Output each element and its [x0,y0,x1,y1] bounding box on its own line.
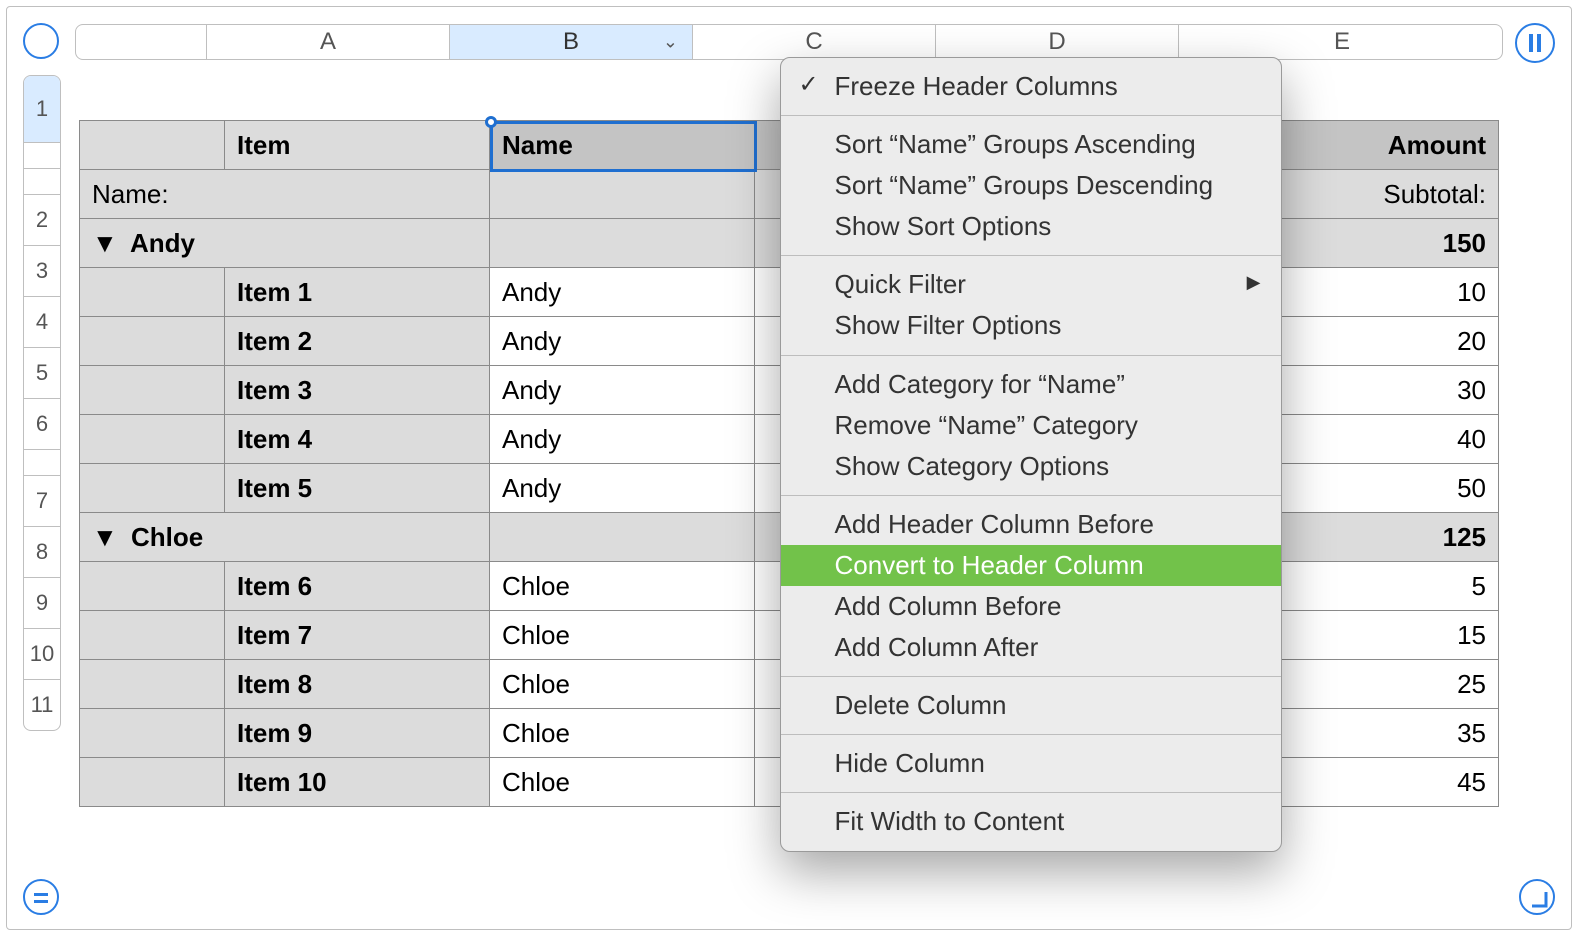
row-header-10[interactable]: 10 [24,629,60,680]
row-header-blank[interactable] [24,450,60,476]
header-name[interactable]: Name [490,121,755,170]
cell-name[interactable]: Andy [490,366,755,415]
cell-item[interactable]: Item 10 [225,758,490,807]
group-toggle[interactable]: ▼ Andy [80,219,490,268]
row-header-8[interactable]: 8 [24,527,60,578]
menu-item[interactable]: Sort “Name” Groups Ascending [781,124,1281,165]
cell-item[interactable]: Item 8 [225,660,490,709]
cell-name[interactable]: Andy [490,415,755,464]
column-header-label: C [805,28,822,56]
column-header-label: B [563,28,579,56]
header-stub[interactable] [80,121,225,170]
menu-item[interactable]: Hide Column [781,743,1281,784]
cell-item[interactable]: Item 5 [225,464,490,513]
menu-item[interactable]: Fit Width to Content [781,801,1281,842]
menu-separator [781,734,1281,735]
menu-item[interactable]: Add Header Column Before [781,504,1281,545]
row-stub[interactable] [80,415,225,464]
cell-item[interactable]: Item 1 [225,268,490,317]
row-strip: 1 23456 7891011 [23,75,61,731]
cell-name[interactable]: Andy [490,317,755,366]
row-header-1[interactable]: 1 [24,76,60,143]
row-header-6[interactable]: 6 [24,399,60,450]
row-stub[interactable] [80,268,225,317]
cell-item[interactable]: Item 3 [225,366,490,415]
add-column-handle[interactable] [1515,23,1555,63]
row-stub[interactable] [80,366,225,415]
cell-name[interactable]: Chloe [490,660,755,709]
cell-item[interactable]: Item 7 [225,611,490,660]
cell-name[interactable]: Chloe [490,611,755,660]
row-stub[interactable] [80,758,225,807]
selection-handle[interactable] [485,116,497,128]
menu-item[interactable]: Freeze Header Columns [781,66,1281,107]
cell-name[interactable]: Chloe [490,758,755,807]
menu-separator [781,792,1281,793]
group-toggle[interactable]: ▼ Chloe [80,513,490,562]
spreadsheet-frame: AB⌄CDE 1234567891011 B ItemNameAmountNam… [6,6,1572,930]
cell-item[interactable]: Item 9 [225,709,490,758]
menu-item[interactable]: Quick Filter [781,264,1281,305]
add-row-handle[interactable] [23,879,59,915]
row-stub[interactable] [80,464,225,513]
menu-item[interactable]: Add Column Before [781,586,1281,627]
column-strip: AB⌄CDE [75,24,1503,60]
column-header-B[interactable]: B⌄ [450,25,693,59]
row-header-11[interactable]: 11 [24,680,60,730]
cell-item[interactable]: Item 2 [225,317,490,366]
menu-separator [781,495,1281,496]
column-header-label: A [320,28,336,56]
menu-separator [781,115,1281,116]
menu-separator [781,255,1281,256]
menu-separator [781,676,1281,677]
row-stub[interactable] [80,562,225,611]
cell-item[interactable]: Item 4 [225,415,490,464]
row-header-blank[interactable] [24,143,60,169]
column-header-label: E [1334,28,1350,56]
row-stub[interactable] [80,709,225,758]
column-header-A[interactable]: A [207,25,450,59]
row-header-7[interactable]: 7 [24,476,60,527]
column-stub[interactable] [76,25,207,59]
cell-item[interactable]: Item 6 [225,562,490,611]
row-stub[interactable] [80,611,225,660]
row-header-9[interactable]: 9 [24,578,60,629]
row-stub[interactable] [80,660,225,709]
menu-item[interactable]: Add Column After [781,627,1281,668]
column-context-menu: Freeze Header Columns Sort “Name” Groups … [780,57,1282,852]
menu-item[interactable]: Show Sort Options [781,206,1281,247]
menu-item[interactable]: Delete Column [781,685,1281,726]
column-header-label: D [1048,28,1065,56]
table-menu-handle[interactable] [23,23,59,59]
column-header-D[interactable]: D [936,25,1179,59]
menu-item[interactable]: Show Category Options [781,446,1281,487]
cell-name[interactable]: Chloe [490,709,755,758]
row-header-blank[interactable] [24,169,60,195]
menu-item[interactable]: Add Category for “Name” [781,364,1281,405]
resize-corner-handle[interactable] [1519,879,1555,915]
header-item[interactable]: Item [225,121,490,170]
row-header-3[interactable]: 3 [24,246,60,297]
row-header-2[interactable]: 2 [24,195,60,246]
name-label: Name: [80,170,490,219]
row-stub[interactable] [80,317,225,366]
menu-item[interactable]: Remove “Name” Category [781,405,1281,446]
cell-name[interactable]: Chloe [490,562,755,611]
cell-name[interactable]: Andy [490,268,755,317]
disclosure-triangle-icon[interactable]: ▼ [92,522,118,553]
row-header-5[interactable]: 5 [24,348,60,399]
row-header-4[interactable]: 4 [24,297,60,348]
menu-item[interactable]: Show Filter Options [781,305,1281,346]
menu-item[interactable]: Sort “Name” Groups Descending [781,165,1281,206]
disclosure-triangle-icon[interactable]: ▼ [92,228,118,259]
menu-separator [781,355,1281,356]
menu-item[interactable]: Convert to Header Column [781,545,1281,586]
cell-name[interactable]: Andy [490,464,755,513]
column-header-E[interactable]: E [1179,25,1503,59]
column-header-C[interactable]: C [693,25,936,59]
chevron-down-icon[interactable]: ⌄ [663,32,678,53]
